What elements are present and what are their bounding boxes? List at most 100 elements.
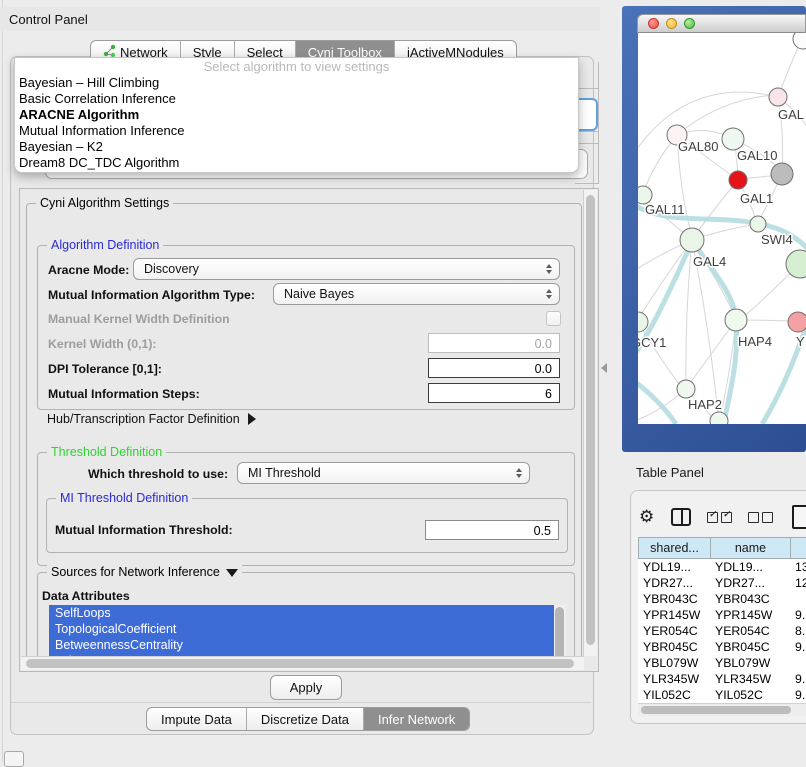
group-border-fragment (598, 62, 599, 184)
data-attribute-item[interactable]: SelfLoops (49, 605, 566, 621)
node-label: GAL11 (645, 202, 685, 217)
node-label: GAL10 (737, 148, 777, 163)
control-panel-titlebar: Control Panel (0, 7, 600, 31)
table-row[interactable]: YBR045CYBR045C9. (638, 639, 806, 655)
network-node-gal1[interactable] (729, 171, 747, 189)
algorithm-option[interactable]: Mutual Information Inference (15, 123, 578, 139)
stepper-arrows-icon (546, 259, 552, 279)
dpi-tolerance-label: DPI Tolerance [0,1]: (48, 362, 162, 376)
table-cell: 8. (790, 623, 806, 639)
column-header[interactable]: shared... (638, 537, 710, 559)
manual-kernel-width-label: Manual Kernel Width Definition (48, 312, 230, 326)
minimize-button[interactable] (666, 18, 677, 29)
node-label: HAP4 (738, 334, 772, 349)
gear-icon[interactable]: ⚙ (639, 509, 654, 525)
table-cell: YPR145W (710, 607, 790, 623)
algorithm-option[interactable]: Dream8 DC_TDC Algorithm (15, 155, 578, 171)
column-header[interactable]: A (790, 537, 806, 559)
table-cell: 9. (790, 687, 806, 703)
attribute-list-scrollbar[interactable] (554, 605, 566, 656)
select-all-checkboxes-icon[interactable] (707, 512, 732, 523)
table-row[interactable]: YDR27...YDR27...12 (638, 575, 806, 591)
network-node-gal[interactable] (769, 88, 787, 106)
stepper-arrows-icon (546, 284, 552, 304)
algorithm-option[interactable]: Bayesian – Hill Climbing (15, 75, 578, 91)
table-cell: 13 (790, 559, 806, 575)
settings-scrollpane: Cyni Algorithm Settings Algorithm Defini… (19, 188, 599, 672)
sources-title: Sources for Network Inference (51, 565, 220, 579)
tab-discretize-data[interactable]: Discretize Data (247, 708, 364, 730)
apply-button[interactable]: Apply (270, 675, 342, 700)
data-attribute-item[interactable]: BetweennessCentrality (49, 637, 566, 653)
which-threshold-combo[interactable]: MI Threshold (237, 462, 530, 484)
aracne-mode-combo[interactable]: Discovery (133, 258, 560, 280)
table-cell: YER054C (638, 623, 710, 639)
network-node[interactable] (793, 33, 806, 49)
table-row[interactable]: YLR345WYLR345W9. (638, 671, 806, 687)
settings-vertical-scrollbar[interactable] (583, 190, 597, 656)
network-node-swi4[interactable] (750, 216, 766, 232)
network-node-hap2[interactable] (677, 380, 695, 398)
mi-threshold-field[interactable]: 0.5 (425, 520, 559, 540)
network-node-hap4[interactable] (725, 309, 747, 331)
kernel-width-field[interactable]: 0.0 (428, 333, 560, 353)
network-node[interactable] (771, 163, 793, 185)
table-cell (790, 655, 806, 671)
network-node-gcy1[interactable] (638, 312, 648, 332)
network-window-titlebar[interactable] (637, 14, 806, 33)
node-label: HAP2 (688, 397, 722, 412)
tab-infer-network[interactable]: Infer Network (364, 708, 469, 730)
table-row[interactable]: YBL079WYBL079W (638, 655, 806, 671)
table-row[interactable]: YPR145WYPR145W9. (638, 607, 806, 623)
table-cell: YDR27... (710, 575, 790, 591)
algorithm-option[interactable]: Basic Correlation Inference (15, 91, 578, 107)
splitpane-collapse-icon[interactable] (601, 363, 607, 373)
table-horizontal-scrollbar[interactable] (638, 703, 806, 716)
bottom-corner-icon[interactable] (4, 751, 24, 767)
application-root: Control Panel ✖ Network Style Select Cyn… (0, 0, 806, 762)
document-icon[interactable] (792, 505, 806, 529)
network-graph: GALGAL80GAL10GAL1GAL11SWI4GAL4GCY1HAP4YH… (638, 33, 806, 424)
network-canvas[interactable]: GALGAL80GAL10GAL1GAL11SWI4GAL4GCY1HAP4YH… (638, 33, 806, 424)
network-node-gal4[interactable] (680, 228, 704, 252)
data-attribute-item[interactable]: TopologicalCoefficient (49, 621, 566, 637)
table-row[interactable]: YBR043CYBR043C (638, 591, 806, 607)
close-button[interactable] (648, 18, 659, 29)
node-label: GAL1 (740, 191, 773, 206)
table-panel: ⚙ shared...nameA YDL19...YDL19...13YDR27… (630, 490, 806, 724)
network-node-y[interactable] (788, 312, 806, 332)
column-layout-icon[interactable] (671, 508, 691, 526)
table-row[interactable]: YIL052CYIL052C9. (638, 687, 806, 703)
mi-steps-field[interactable]: 6 (428, 383, 560, 403)
mi-threshold-definition-group: MI Threshold Definition Mutual Informati… (46, 498, 568, 553)
algorithm-option[interactable]: Bayesian – K2 (15, 139, 578, 155)
collapse-arrow-icon (226, 569, 238, 577)
kernel-width-label: Kernel Width (0,1): (48, 337, 157, 351)
manual-kernel-width-checkbox[interactable] (546, 311, 561, 326)
dpi-tolerance-field[interactable]: 0.0 (428, 358, 560, 378)
sources-title-row[interactable]: Sources for Network Inference (47, 565, 242, 579)
table-cell: 9. (790, 639, 806, 655)
zoom-button[interactable] (684, 18, 695, 29)
table-cell: YDL19... (710, 559, 790, 575)
aracne-mode-label: Aracne Mode: (48, 263, 129, 277)
mi-algorithm-type-combo[interactable]: Naive Bayes (273, 283, 560, 305)
table-row[interactable]: YDL19...YDL19...13 (638, 559, 806, 575)
column-header[interactable]: name (710, 537, 790, 559)
table-row[interactable]: YER054CYER054C8. (638, 623, 806, 639)
data-attributes-list: SelfLoopsTopologicalCoefficientBetweenne… (49, 605, 566, 656)
bottom-tab-bar: Impute Data Discretize Data Infer Networ… (146, 707, 470, 731)
network-node-gal10[interactable] (722, 128, 744, 150)
hub-definition-toggle[interactable]: Hub/Transcription Factor Definition (47, 412, 256, 426)
deselect-all-checkboxes-icon[interactable] (748, 512, 773, 523)
table-cell: 9. (790, 607, 806, 623)
algorithm-option[interactable]: ARACNE Algorithm (15, 107, 578, 123)
settings-horizontal-scrollbar[interactable] (21, 656, 584, 670)
mi-threshold-label: Mutual Information Threshold: (55, 523, 233, 537)
tab-impute-data[interactable]: Impute Data (147, 708, 247, 730)
network-window[interactable]: GALGAL80GAL10GAL1GAL11SWI4GAL4GCY1HAP4YH… (622, 6, 806, 452)
control-panel-title: Control Panel (9, 12, 88, 27)
table-cell: 9. (790, 671, 806, 687)
table-header-row: shared...nameA (638, 537, 806, 559)
network-node[interactable] (786, 250, 806, 278)
